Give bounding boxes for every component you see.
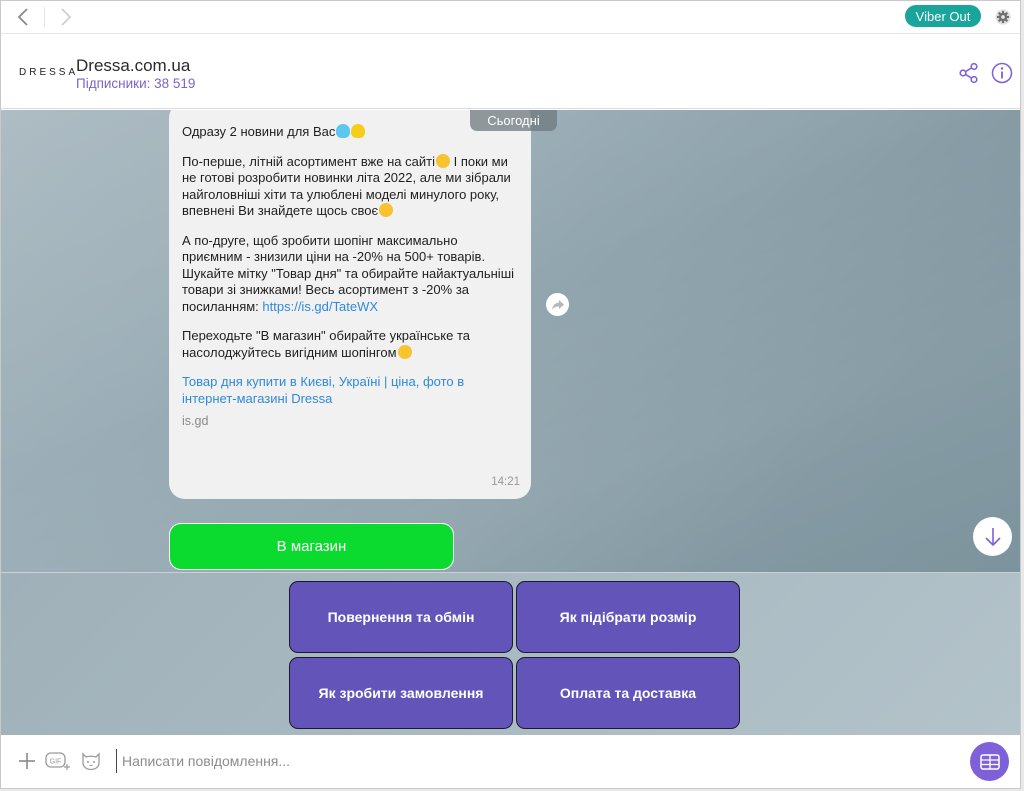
date-separator: Сьогодні [470,110,557,131]
link-preview-title[interactable]: Товар дня купити в Києві, Україні | ціна… [182,374,519,407]
share-button[interactable] [958,62,980,84]
info-button[interactable] [991,62,1013,84]
gear-icon [995,9,1011,25]
bot-keyboard: Повернення та обмін Як підібрати розмір … [1,572,1020,735]
info-icon [991,62,1013,84]
channel-title[interactable]: Dressa.com.ua [76,56,190,76]
blue-heart-icon [336,124,351,138]
keyboard-button-how-to-order[interactable]: Як зробити замовлення [289,657,513,729]
chat-area[interactable]: Одразу 2 новини для Вас По-перше, літній… [1,110,1020,572]
forward-arrow-icon [551,299,564,310]
bot-keyboard-toggle-button[interactable] [970,742,1009,781]
link-preview-domain: is.gd [182,414,209,428]
arrow-down-icon [984,527,1001,546]
message-input[interactable] [116,749,936,773]
shop-button[interactable]: В магазин [169,523,454,570]
message-composer: GIF [1,735,1020,788]
nav-divider [44,7,45,27]
heart-eyes-emoji-icon [436,153,450,168]
settings-button[interactable] [991,5,1015,29]
message-paragraph: А по-друге, щоб зробити шопінг максималь… [182,233,519,316]
message-timestamp: 14:21 [491,475,520,488]
message-link[interactable]: https://is.gd/TateWX [262,299,378,314]
chat-header: DRESSA Dressa.com.ua Підписники: 38 519 [1,35,1020,109]
chevron-right-icon [61,8,72,26]
plus-icon [19,753,35,769]
yellow-heart-icon [351,124,366,138]
message-text: Одразу 2 новини для Вас [182,124,336,139]
gif-label: GIF [50,758,62,765]
bear-sticker-icon [82,752,100,771]
shopping-face-emoji-icon [397,344,412,359]
back-button[interactable] [10,4,36,30]
keyboard-button-payment-delivery[interactable]: Оплата та доставка [516,657,740,729]
viber-out-button[interactable]: Viber Out [905,5,981,27]
viber-window: Viber Out DRESSA Dressa.com.ua Підписник… [0,0,1021,789]
scroll-to-bottom-button[interactable] [973,517,1012,556]
forward-message-button[interactable] [546,293,569,316]
message-text: Переходьте "В магазин" обирайте українсь… [182,328,471,360]
chevron-left-icon [17,8,28,26]
keyboard-grid-icon [979,753,1000,770]
gif-button[interactable]: GIF [45,750,71,772]
sticker-button[interactable] [79,750,103,772]
share-icon [959,62,978,84]
keyboard-button-returns[interactable]: Повернення та обмін [289,581,513,653]
message-paragraph: Одразу 2 новини для Вас [182,124,519,141]
top-navbar: Viber Out [1,1,1020,34]
gif-icon: GIF [45,752,70,770]
forward-nav-button[interactable] [53,4,79,30]
subscribers-count: Підписники: 38 519 [76,76,196,91]
keyboard-button-size-guide[interactable]: Як підібрати розмір [516,581,740,653]
message-paragraph: По-перше, літній асортимент вже на сайті… [182,153,519,220]
message-bubble[interactable]: Одразу 2 новини для Вас По-перше, літній… [169,110,531,499]
winking-face-emoji-icon [379,203,394,217]
channel-logo[interactable]: DRESSA [19,67,78,78]
message-paragraph: Переходьте "В магазин" обирайте українсь… [182,328,519,361]
attach-button[interactable] [16,750,38,772]
message-text: По-перше, літній асортимент вже на сайті [182,153,435,169]
